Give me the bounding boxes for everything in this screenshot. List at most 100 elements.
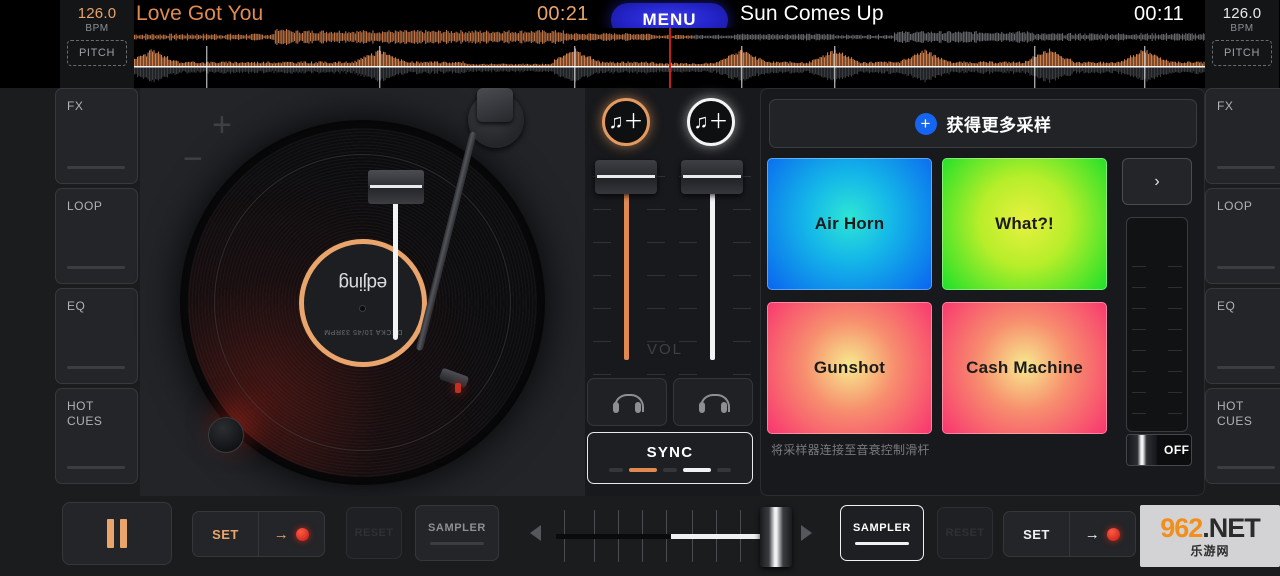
deck-a-bpm-label: BPM xyxy=(85,23,108,34)
deck-b-bpm-panel: 126.0 BPM PITCH xyxy=(1205,0,1279,88)
sampler-volume-fader-handle[interactable] xyxy=(368,170,424,204)
sync-bar-dim xyxy=(609,468,623,472)
right-fx-rack: FX LOOP EQ HOT CUES xyxy=(1205,88,1280,496)
watermark-number: 962 xyxy=(1160,513,1202,543)
sync-bar-dim xyxy=(717,468,731,472)
deck-b-cue-set-group: SET → xyxy=(1003,511,1136,557)
deck-a-cue-knob[interactable] xyxy=(208,417,244,453)
app-root: 126.0 BPM PITCH 126.0 BPM PITCH Love Got… xyxy=(0,0,1280,576)
crossfader-handle[interactable] xyxy=(760,507,792,567)
rack-underline xyxy=(1217,466,1275,469)
deck-b-volume-fader-track xyxy=(710,170,715,360)
tonearm-headshell xyxy=(477,88,513,122)
crossfader-right-arrow-icon[interactable] xyxy=(801,525,812,541)
sampler-volume-fader-track xyxy=(393,182,398,340)
rack-underline xyxy=(67,466,125,469)
deck-a-reset-button[interactable]: RESET xyxy=(346,507,402,559)
crossfader-track-left xyxy=(556,534,671,539)
sidebar-item-eq-left[interactable]: EQ xyxy=(55,288,138,384)
deck-a-set-button[interactable]: SET xyxy=(193,512,258,556)
sampler-pad-label: What?! xyxy=(995,214,1054,234)
sampler-pad-gunshot[interactable]: Gunshot xyxy=(767,302,932,434)
sampler-pad-label: Cash Machine xyxy=(966,358,1083,378)
sidebar-item-fx-left[interactable]: FX xyxy=(55,88,138,184)
toggle-state-label: OFF xyxy=(1164,443,1190,457)
arrow-right-icon: → xyxy=(1085,526,1101,543)
vinyl-spindle-hole xyxy=(359,305,366,312)
site-watermark: 962.NET 乐游网 xyxy=(1140,505,1280,567)
sync-button[interactable]: SYNC xyxy=(587,432,753,484)
get-more-samples-button[interactable]: + 获得更多采样 xyxy=(769,99,1197,148)
sidebar-item-loop-right[interactable]: LOOP xyxy=(1205,188,1280,284)
deck-b-time: 00:11 xyxy=(1134,3,1184,26)
deck-b-volume-fader-handle[interactable] xyxy=(681,160,743,194)
sidebar-item-hotcues-left[interactable]: HOT CUES xyxy=(55,388,138,484)
load-track-deck-a-button[interactable]: ♫＋ xyxy=(602,98,650,146)
deck-a-cue-set-group: SET → xyxy=(192,511,325,557)
headphones-icon xyxy=(700,394,726,410)
rack-label: HOT CUES xyxy=(67,399,137,429)
crossfader-left-arrow-icon[interactable] xyxy=(530,525,541,541)
deck-a-goto-rec-button[interactable]: → xyxy=(258,512,324,556)
deck-a-volume-fader-track xyxy=(624,170,629,360)
sampler-pad-what[interactable]: What?! xyxy=(942,158,1107,290)
deck-a-track-title: Love Got You xyxy=(136,2,263,26)
deck-a-cue-monitor-button[interactable] xyxy=(587,378,667,426)
pause-icon xyxy=(120,519,127,548)
deck-a-pitch-button[interactable]: PITCH xyxy=(67,40,127,66)
sampler-volume-fader-well[interactable] xyxy=(1126,217,1188,432)
pitch-up-icon[interactable]: + xyxy=(212,108,232,142)
deck-b-goto-rec-button[interactable]: → xyxy=(1069,512,1135,556)
deck-b-reset-button[interactable]: RESET xyxy=(937,507,993,559)
pitch-down-icon[interactable]: − xyxy=(183,142,203,176)
sampler-panel: + 获得更多采样 Air Horn What?! Gunshot Cash Ma… xyxy=(760,88,1205,496)
deck-b-sampler-button[interactable]: SAMPLER xyxy=(840,505,924,561)
sampler-button-label: SAMPLER xyxy=(428,522,486,534)
sampler-next-page-button[interactable]: › xyxy=(1122,158,1192,205)
deck-b-pitch-button[interactable]: PITCH xyxy=(1212,40,1272,66)
sampler-button-underline xyxy=(855,542,909,545)
sampler-pad-cash-machine[interactable]: Cash Machine xyxy=(942,302,1107,434)
rack-label: EQ xyxy=(67,299,137,314)
deck-b-set-button[interactable]: SET xyxy=(1004,512,1069,556)
deck-b-track-title: Sun Comes Up xyxy=(740,2,884,26)
headphones-icon xyxy=(614,394,640,410)
rack-label: FX xyxy=(1217,99,1280,114)
rack-label: EQ xyxy=(1217,299,1280,314)
deck-a-sampler-button[interactable]: SAMPLER xyxy=(415,505,499,561)
rack-label: HOT CUES xyxy=(1217,399,1280,429)
rack-label: LOOP xyxy=(1217,199,1280,214)
deck-b-cue-monitor-button[interactable] xyxy=(673,378,753,426)
sidebar-item-hotcues-right[interactable]: HOT CUES xyxy=(1205,388,1280,484)
sidebar-item-eq-right[interactable]: EQ xyxy=(1205,288,1280,384)
volume-label: VOL xyxy=(647,341,683,358)
deck-a-bpm-panel: 126.0 BPM PITCH xyxy=(60,0,134,88)
deck-a-play-pause-button[interactable] xyxy=(62,502,172,565)
record-dot-icon xyxy=(296,528,309,541)
rack-underline xyxy=(67,266,125,269)
vinyl-brand-text: edjing xyxy=(338,271,386,293)
rack-label: LOOP xyxy=(67,199,137,214)
sampler-crossfader-link-toggle[interactable]: OFF xyxy=(1126,434,1192,466)
watermark-main: 962.NET xyxy=(1160,515,1260,542)
crossfader-track-right xyxy=(671,534,767,539)
rack-underline xyxy=(1217,266,1275,269)
rack-label: FX xyxy=(67,99,137,114)
rack-underline xyxy=(1217,166,1275,169)
sampler-hint-text: 将采样器连接至音衰控制滑杆 xyxy=(771,441,930,458)
tonearm-needle-led xyxy=(455,383,461,393)
arrow-right-icon: → xyxy=(274,526,290,543)
rack-underline xyxy=(67,166,125,169)
chevron-right-icon: › xyxy=(1154,173,1159,191)
sidebar-item-fx-right[interactable]: FX xyxy=(1205,88,1280,184)
crossfader[interactable] xyxy=(556,500,788,572)
load-track-deck-b-button[interactable]: ♫＋ xyxy=(687,98,735,146)
sync-bar-deck-a xyxy=(629,468,657,472)
deck-b-bpm-value: 126.0 xyxy=(1223,5,1262,22)
sampler-pad-air-horn[interactable]: Air Horn xyxy=(767,158,932,290)
rack-underline xyxy=(1217,366,1275,369)
sync-bar-deck-b xyxy=(683,468,711,472)
sidebar-item-loop-left[interactable]: LOOP xyxy=(55,188,138,284)
deck-a-volume-fader-handle[interactable] xyxy=(595,160,657,194)
sampler-button-label: SAMPLER xyxy=(853,522,911,534)
